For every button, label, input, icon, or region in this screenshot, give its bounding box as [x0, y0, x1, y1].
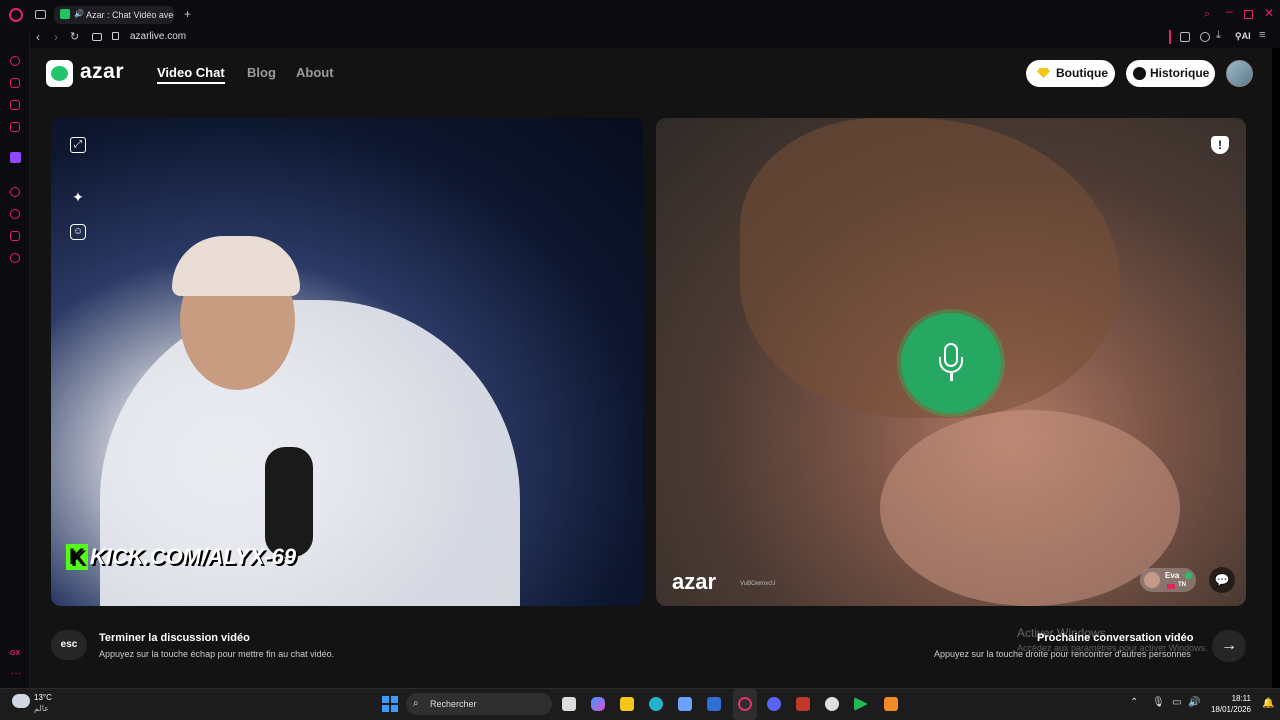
opera-logo-icon[interactable] [9, 8, 23, 22]
close-button[interactable]: ✕ [1264, 6, 1274, 20]
browser-tab[interactable]: Azar : Chat Vidéo avec [54, 6, 174, 24]
chrome-icon[interactable] [825, 697, 839, 711]
url-field[interactable]: azarlive.com [130, 31, 186, 42]
next-arrow-button[interactable]: → [1212, 630, 1246, 662]
report-shield-icon[interactable]: ! [1211, 136, 1229, 154]
nav-video-chat[interactable]: Video Chat [157, 65, 225, 84]
weather-temp[interactable]: 13°C [34, 693, 52, 702]
edge-icon[interactable] [649, 697, 663, 711]
weather-cloud-icon[interactable] [12, 694, 30, 708]
microphone-prop [265, 447, 313, 557]
orange-app-icon[interactable] [884, 697, 898, 711]
sidebar-wallet-icon[interactable] [10, 78, 20, 88]
lock-icon [112, 32, 119, 40]
kick-overlay: K KICK.COM/ALYX-69 [66, 544, 296, 570]
face-filter-icon[interactable]: ☺ [70, 224, 86, 240]
task-view-icon[interactable] [562, 697, 576, 711]
ai-button[interactable]: ⚲AI [1235, 31, 1251, 42]
azar-favicon-icon [60, 9, 70, 19]
notification-bell-icon[interactable]: 🔔 [1262, 698, 1274, 709]
chat-bubble-button[interactable]: 💬 [1209, 567, 1235, 593]
back-icon[interactable]: ‹ [36, 30, 40, 44]
windows-start-icon[interactable] [382, 696, 398, 712]
store-icon[interactable] [678, 697, 692, 711]
tab-overview-icon[interactable] [35, 10, 46, 19]
sidebar-settings-icon[interactable] [10, 253, 20, 263]
next-chat-title: Prochaine conversation vidéo [1037, 632, 1194, 644]
sidebar-messenger-icon[interactable] [10, 100, 20, 110]
sidebar-player-icon[interactable] [10, 187, 20, 197]
new-tab-button[interactable]: + [184, 7, 191, 21]
address-divider [1169, 30, 1171, 44]
file-explorer-icon[interactable] [620, 697, 634, 711]
media-app-icon[interactable] [796, 697, 810, 711]
fullscreen-icon[interactable]: ⤢ [70, 137, 86, 153]
taskbar-date[interactable]: 18/01/2026 [1205, 705, 1251, 714]
forward-icon[interactable]: › [54, 30, 58, 44]
search-tabs-icon[interactable]: ⌕ [1204, 8, 1210, 21]
clock-icon [1133, 67, 1146, 80]
menu-icon[interactable]: ≡ [1259, 29, 1265, 41]
windows-taskbar [0, 688, 1280, 720]
browser-titlebar [0, 0, 1280, 30]
tray-chevron-icon[interactable]: ⌃ [1130, 697, 1138, 708]
kick-overlay-text: KICK.COM/ALYX-69 [89, 544, 297, 569]
snapshot-icon[interactable] [1200, 32, 1210, 42]
taskbar-clock[interactable]: 18:11 [1211, 694, 1251, 703]
profile-avatar[interactable] [1226, 60, 1253, 87]
site-logo[interactable]: azar [80, 60, 124, 84]
sidebar-instagram-icon[interactable] [10, 122, 20, 132]
azar-logo-bubble [51, 66, 68, 81]
sidebar-twitch-icon[interactable] [10, 152, 21, 163]
mail-icon[interactable] [707, 697, 721, 711]
sidebar-history-icon[interactable] [10, 209, 20, 219]
weather-label: عالم [34, 704, 49, 713]
reload-icon[interactable]: ↻ [70, 30, 79, 43]
search-icon: ⌕ [413, 698, 419, 709]
camera-icon[interactable] [92, 33, 102, 41]
boutique-label: Boutique [1056, 66, 1108, 80]
extensions-icon[interactable] [1180, 32, 1190, 42]
online-dot-icon [1185, 572, 1192, 579]
effects-wand-icon[interactable]: ✦ [70, 189, 86, 205]
flag-icon [1167, 584, 1175, 589]
watermark-id: VuBOwmxcU [740, 581, 776, 587]
microphone-button[interactable] [901, 313, 1001, 413]
blurred-face [880, 410, 1180, 606]
azar-watermark: azar [672, 569, 717, 594]
kick-logo: K [66, 544, 88, 570]
tray-volume-icon[interactable]: 🔊 [1188, 697, 1200, 708]
maximize-button[interactable] [1244, 10, 1253, 19]
esc-button[interactable]: esc [51, 630, 87, 660]
nav-about[interactable]: About [296, 65, 334, 80]
tray-mic-icon[interactable]: 🎙 [1152, 697, 1165, 708]
partner-country: TN [1178, 582, 1186, 588]
taskbar-search[interactable]: Rechercher [406, 693, 552, 715]
discord-icon[interactable] [767, 697, 781, 711]
sidebar-more-icon[interactable]: ··· [11, 668, 21, 679]
sidebar-gx-icon[interactable]: GX [10, 650, 20, 657]
next-chat-hint: Appuyez sur la touche droite pour rencon… [934, 649, 1191, 659]
sidebar-pinboard-icon[interactable] [10, 231, 20, 241]
minimize-button[interactable]: – [1226, 4, 1233, 18]
end-chat-title: Terminer la discussion vidéo [99, 632, 250, 644]
download-icon[interactable]: ⤓ [1216, 29, 1221, 42]
end-chat-hint: Appuyez sur la touche échap pour mettre … [99, 649, 335, 659]
copilot-icon[interactable] [591, 697, 605, 711]
historique-label: Historique [1150, 66, 1210, 80]
opera-active-indicator [733, 689, 757, 720]
nav-blog[interactable]: Blog [247, 65, 276, 80]
partner-avatar [1144, 572, 1160, 588]
tray-network-icon[interactable]: ▭ [1172, 697, 1181, 708]
sidebar-aria-icon[interactable] [10, 56, 20, 66]
speaker-icon[interactable]: 🔊 [74, 9, 84, 18]
partner-name: Eva [1165, 571, 1180, 580]
address-bar [30, 28, 1280, 48]
